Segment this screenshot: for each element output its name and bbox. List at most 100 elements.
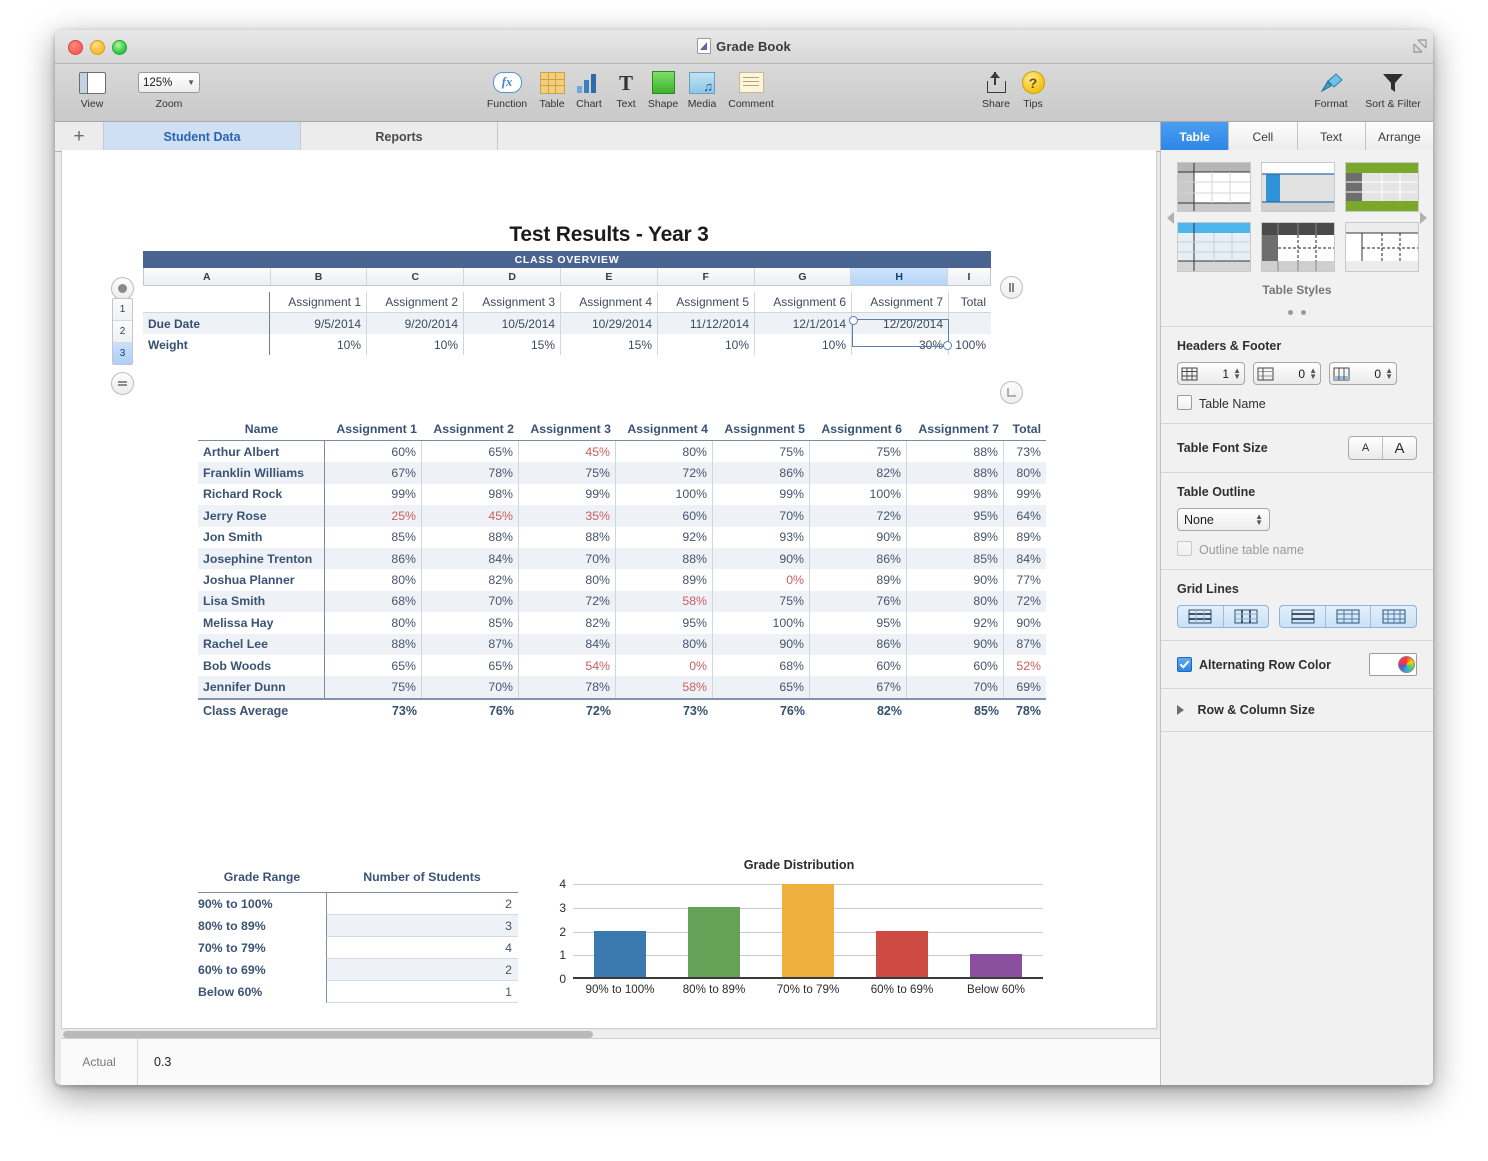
grade-range-label[interactable]: 60% to 69%: [198, 959, 326, 981]
student-score[interactable]: 0%: [713, 569, 810, 590]
student-name[interactable]: Arthur Albert: [198, 441, 325, 462]
student-score[interactable]: 60%: [810, 655, 907, 676]
column-header-i[interactable]: I: [948, 268, 990, 285]
student-score[interactable]: 89%: [810, 569, 907, 590]
student-score[interactable]: 93%: [713, 527, 810, 548]
student-score[interactable]: 80%: [519, 569, 616, 590]
row-tab-2[interactable]: 2: [113, 321, 132, 343]
ov-cell-g3[interactable]: 10%: [755, 334, 852, 355]
column-header-f[interactable]: F: [658, 268, 755, 285]
student-score[interactable]: 78%: [519, 676, 616, 697]
table-row[interactable]: Josephine Trenton86%84%70%88%90%86%85%84…: [198, 548, 1046, 569]
student-score[interactable]: 80%: [325, 569, 422, 590]
grades-footer-row[interactable]: Class Average 73% 76% 72% 73% 76% 82% 85…: [198, 698, 1046, 723]
student-score[interactable]: 75%: [713, 441, 810, 462]
student-score[interactable]: 72%: [616, 462, 713, 483]
student-score[interactable]: 98%: [907, 484, 1004, 505]
table-style-5[interactable]: [1261, 222, 1335, 272]
alternating-row-color-swatch[interactable]: [1369, 653, 1417, 676]
grade-range-label[interactable]: 90% to 100%: [198, 893, 326, 915]
column-header-c[interactable]: C: [367, 268, 464, 285]
student-score[interactable]: 95%: [907, 505, 1004, 526]
grade-range-count[interactable]: 3: [326, 915, 518, 937]
status-mode-label[interactable]: Actual: [61, 1039, 138, 1085]
student-name[interactable]: Lisa Smith: [198, 591, 325, 612]
grade-range-count[interactable]: 2: [326, 893, 518, 915]
student-name[interactable]: Jon Smith: [198, 527, 325, 548]
chart-bar[interactable]: [782, 884, 834, 977]
overview-row-weight[interactable]: Weight 10% 10% 15% 15% 10% 10% 30% 100%: [143, 334, 991, 355]
ov-cell-b1[interactable]: Assignment 1: [270, 292, 367, 313]
grade-distribution-chart[interactable]: Grade Distribution 01234 90% to 100%80% …: [549, 858, 1049, 1008]
comment-button[interactable]: Comment: [723, 68, 779, 110]
table-row[interactable]: Jerry Rose25%45%35%60%70%72%95%64%: [198, 505, 1046, 526]
ov-cell-i1[interactable]: Total: [949, 292, 991, 313]
student-name[interactable]: Rachel Lee: [198, 634, 325, 655]
student-score[interactable]: 72%: [519, 591, 616, 612]
grid-header-vertical-button[interactable]: [1224, 606, 1269, 627]
student-score[interactable]: 58%: [616, 591, 713, 612]
sheet-tab-reports[interactable]: Reports: [301, 122, 498, 151]
grid-lines-header-group[interactable]: [1177, 605, 1269, 628]
student-score[interactable]: 68%: [325, 591, 422, 612]
student-score[interactable]: 90%: [907, 569, 1004, 590]
ov-cell-c3[interactable]: 10%: [367, 334, 464, 355]
ov-cell-c1[interactable]: Assignment 2: [367, 292, 464, 313]
list-item[interactable]: 60% to 69%2: [198, 959, 518, 981]
ov-cell-a2[interactable]: Due Date: [143, 313, 270, 334]
column-header-e[interactable]: E: [561, 268, 658, 285]
row-tab-1[interactable]: 1: [113, 299, 132, 321]
grid-body-vertical-button[interactable]: [1326, 606, 1372, 627]
table-row[interactable]: Jennifer Dunn75%70%78%58%65%67%70%69%: [198, 676, 1046, 697]
list-item[interactable]: 90% to 100%2: [198, 893, 518, 915]
ov-cell-i3[interactable]: 100%: [949, 334, 991, 355]
student-score[interactable]: 90%: [810, 527, 907, 548]
student-score[interactable]: 82%: [422, 569, 519, 590]
student-score[interactable]: 84%: [422, 548, 519, 569]
student-score[interactable]: 92%: [907, 612, 1004, 633]
zoom-select[interactable]: 125% ▼: [138, 72, 200, 93]
student-name[interactable]: Franklin Williams: [198, 462, 325, 483]
student-score[interactable]: 80%: [616, 441, 713, 462]
student-score[interactable]: 85%: [422, 612, 519, 633]
column-header-d[interactable]: D: [464, 268, 561, 285]
student-score[interactable]: 86%: [325, 548, 422, 569]
sheet-tab-student-data[interactable]: Student Data: [104, 122, 301, 151]
table-row[interactable]: Bob Woods65%65%54%0%68%60%60%52%: [198, 655, 1046, 676]
stepper-arrows-icon[interactable]: ▲▼: [1309, 368, 1317, 380]
resize-corner-icon[interactable]: [1413, 39, 1427, 53]
column-header-b[interactable]: B: [271, 268, 368, 285]
student-score[interactable]: 68%: [713, 655, 810, 676]
ov-cell-f2[interactable]: 11/12/2014: [658, 313, 755, 334]
student-score[interactable]: 88%: [519, 527, 616, 548]
student-score[interactable]: 60%: [907, 655, 1004, 676]
table-name-checkbox[interactable]: [1177, 395, 1192, 410]
table-style-4[interactable]: [1177, 222, 1251, 272]
student-score[interactable]: 45%: [519, 441, 616, 462]
tab-text[interactable]: Text: [1298, 122, 1366, 151]
ov-cell-a3[interactable]: Weight: [143, 334, 270, 355]
footer-rows-stepper[interactable]: 0 ▲▼: [1329, 362, 1397, 385]
tips-button[interactable]: ? Tips: [1005, 68, 1061, 110]
student-score[interactable]: 54%: [519, 655, 616, 676]
table-move-handle[interactable]: [111, 277, 134, 300]
student-score[interactable]: 85%: [907, 548, 1004, 569]
add-row-handle[interactable]: [111, 372, 134, 395]
ov-cell-d3[interactable]: 15%: [464, 334, 561, 355]
ov-cell-e2[interactable]: 10/29/2014: [561, 313, 658, 334]
student-score[interactable]: 82%: [810, 462, 907, 483]
student-total[interactable]: 84%: [1004, 548, 1046, 569]
grid-header-horizontal-button[interactable]: [1178, 606, 1224, 627]
student-score[interactable]: 25%: [325, 505, 422, 526]
student-score[interactable]: 70%: [713, 505, 810, 526]
tab-arrange[interactable]: Arrange: [1366, 122, 1433, 151]
ov-cell-g2[interactable]: 12/1/2014: [755, 313, 852, 334]
student-score[interactable]: 99%: [713, 484, 810, 505]
student-score[interactable]: 90%: [713, 548, 810, 569]
student-score[interactable]: 70%: [907, 676, 1004, 697]
student-score[interactable]: 95%: [616, 612, 713, 633]
student-score[interactable]: 76%: [810, 591, 907, 612]
row-tab-3[interactable]: 3: [113, 343, 132, 364]
table-outline-select[interactable]: None ▲▼: [1177, 508, 1270, 531]
ov-cell-f3[interactable]: 10%: [658, 334, 755, 355]
